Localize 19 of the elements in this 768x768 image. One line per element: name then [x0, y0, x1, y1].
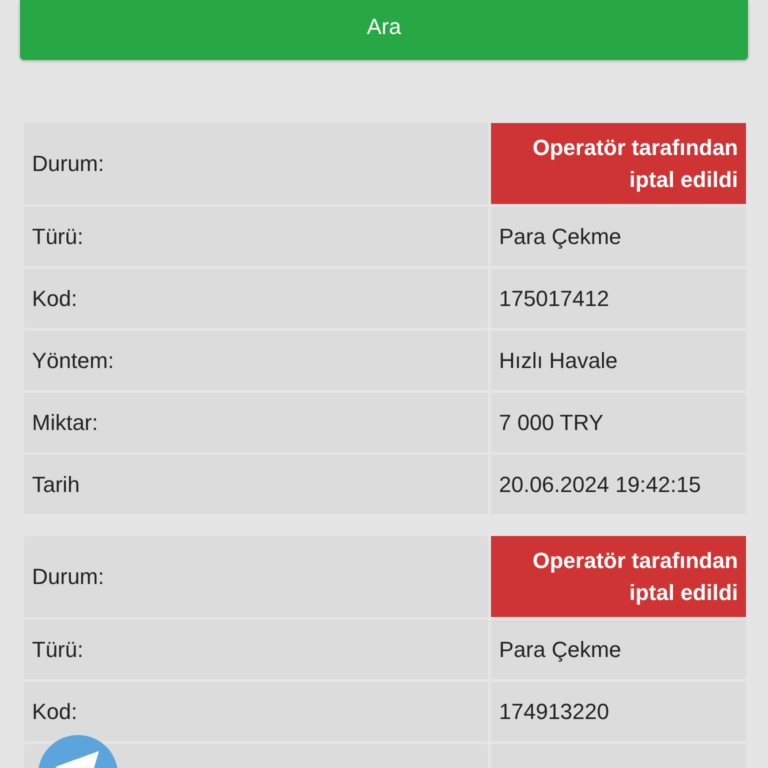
- label-cell: Durum:: [24, 123, 488, 204]
- value-cell: Para Çekme: [491, 207, 746, 266]
- label-cell: Türü:: [24, 207, 488, 266]
- value-cell: 174913220: [491, 682, 746, 741]
- value-cell: Para Çekme: [491, 620, 746, 679]
- status-badge: Operatör tarafından iptal edildi: [491, 123, 746, 204]
- value-cell: 175017412: [491, 269, 746, 328]
- label-cell: Kod:: [24, 269, 488, 328]
- value-cell: Hızlı Havale: [491, 331, 746, 390]
- label-cell: Tarih: [24, 455, 488, 514]
- label-cell: Kod:: [24, 682, 488, 741]
- label-cell: Yöntem:: [24, 331, 488, 390]
- value-cell: 20.06.2024 19:42:15: [491, 455, 746, 514]
- search-button[interactable]: Ara: [20, 0, 748, 60]
- label-cell: Durum:: [24, 536, 488, 617]
- label-cell: Türü:: [24, 620, 488, 679]
- status-badge: Operatör tarafından iptal edildi: [491, 536, 746, 617]
- label-cell: Miktar:: [24, 393, 488, 452]
- value-cell: 7 000 TRY: [491, 393, 746, 452]
